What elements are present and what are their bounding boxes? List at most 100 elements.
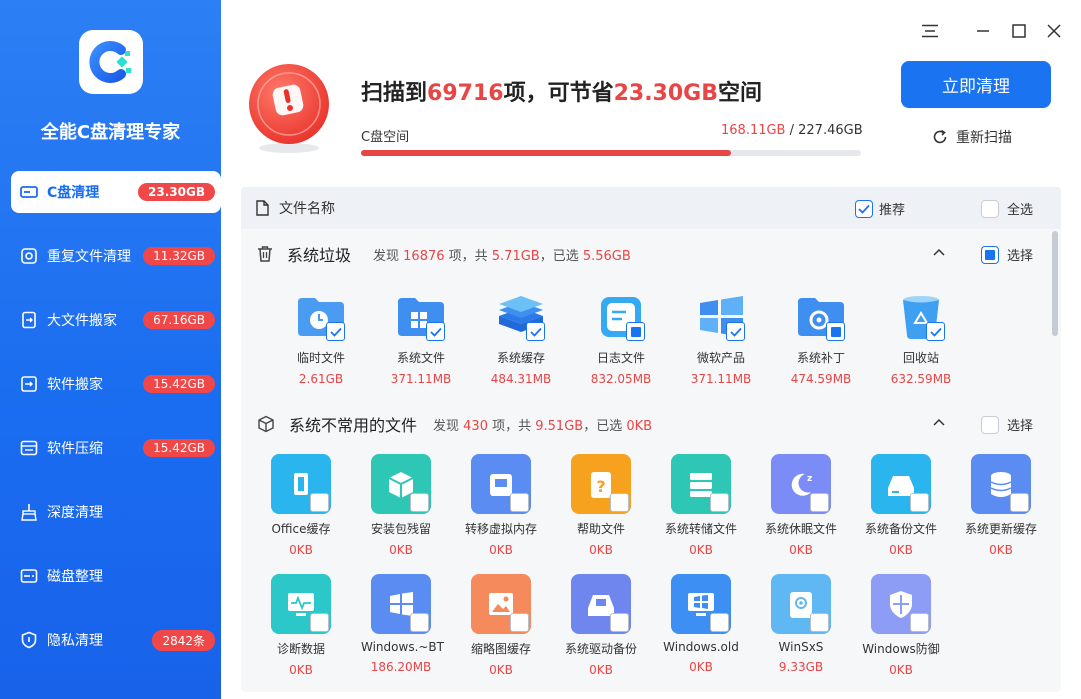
nav-item-c-drive-clean[interactable]: C盘清理 23.30GB — [11, 171, 221, 213]
item-label: WinSxS — [778, 640, 824, 654]
item-checkbox[interactable] — [510, 493, 529, 512]
item-checkbox[interactable] — [510, 613, 529, 632]
junk-item-recycle-bin[interactable]: 回收站 632.59MB — [881, 287, 961, 386]
item-checkbox[interactable] — [310, 493, 329, 512]
item-checkbox[interactable] — [810, 493, 829, 512]
item-label: 系统文件 — [396, 351, 445, 365]
collapse-icon[interactable] — [933, 418, 945, 426]
item-checkbox[interactable] — [426, 322, 445, 341]
rare-item-package[interactable]: 安装包残留 0KB — [361, 454, 441, 557]
scan-count: 69716 — [427, 81, 504, 106]
recommend-label: 推荐 — [879, 203, 906, 218]
rare-item-backup[interactable]: 系统备份文件 0KB — [861, 454, 941, 557]
item-checkbox[interactable] — [526, 322, 545, 341]
item-checkbox[interactable] — [626, 322, 645, 341]
space-progress-fill — [361, 150, 731, 156]
junk-item-system-files[interactable]: 系统文件 371.11MB — [381, 287, 461, 386]
junk-item-microsoft-products[interactable]: 微软产品 371.11MB — [681, 287, 761, 386]
item-size: 9.33GB — [778, 660, 824, 674]
recycle-bin-icon — [895, 291, 947, 343]
item-label: Windows防御 — [862, 642, 940, 656]
nav-item-large-file-move[interactable]: 大文件搬家 67.16GB — [11, 299, 221, 341]
junk-item-log-files[interactable]: 日志文件 832.05MB — [581, 287, 661, 386]
item-checkbox[interactable] — [726, 322, 745, 341]
warning-icon — [243, 60, 335, 158]
rare-item-defender[interactable]: Windows防御 0KB — [861, 574, 941, 677]
rare-item-database[interactable]: 系统更新缓存 0KB — [961, 454, 1041, 557]
nav-badge: 15.42GB — [143, 439, 215, 457]
info-text: ，已选 — [583, 418, 627, 434]
rare-item-windows-old[interactable]: Windows.old 0KB — [661, 574, 741, 674]
item-checkbox[interactable] — [926, 322, 945, 341]
item-checkbox[interactable] — [810, 613, 829, 632]
item-checkbox[interactable] — [826, 322, 845, 341]
section-select-toggle[interactable]: 选择 — [981, 415, 1033, 434]
rare-item-driver[interactable]: 系统驱动备份 0KB — [561, 574, 641, 677]
item-size: 0KB — [289, 663, 313, 677]
rare-item-help-file[interactable]: ? 帮助文件 0KB — [561, 454, 641, 557]
nav-item-privacy-clean[interactable]: 隐私清理 2842条 — [11, 619, 221, 661]
item-size: 832.05MB — [590, 372, 652, 386]
item-checkbox[interactable] — [910, 613, 929, 632]
junk-item-system-patches[interactable]: 系统补丁 474.59MB — [781, 287, 861, 386]
item-checkbox[interactable] — [410, 493, 429, 512]
minimize-icon[interactable] — [974, 22, 992, 40]
rare-item-memory[interactable]: 转移虚拟内存 0KB — [461, 454, 541, 557]
nav-label: 磁盘整理 — [47, 569, 103, 585]
rare-item-windows-bt[interactable]: Windows.~BT 186.20MB — [361, 574, 444, 674]
nav-item-deep-clean[interactable]: 深度清理 — [11, 491, 221, 533]
recommend-toggle[interactable]: 推荐 — [855, 199, 905, 218]
item-label: 日志文件 — [596, 351, 645, 365]
info-text: 项，共 — [444, 248, 492, 264]
item-label: 系统补丁 — [796, 351, 845, 365]
close-icon[interactable] — [1045, 22, 1063, 40]
item-checkbox[interactable] — [710, 613, 729, 632]
item-checkbox[interactable] — [326, 322, 345, 341]
nav-item-software-move[interactable]: 软件搬家 15.42GB — [11, 363, 221, 405]
rare-item-sleep[interactable]: z 系统休眠文件 0KB — [761, 454, 841, 557]
scrollbar[interactable] — [1052, 231, 1058, 336]
select-all-toggle[interactable]: 全选 — [981, 199, 1033, 218]
nav-item-disk-defrag[interactable]: 磁盘整理 — [11, 555, 221, 597]
item-checkbox[interactable] — [610, 613, 629, 632]
item-label: 缩略图缓存 — [470, 642, 531, 656]
item-checkbox[interactable] — [710, 493, 729, 512]
select-all-checkbox[interactable] — [981, 199, 999, 218]
section-select-checkbox[interactable] — [981, 245, 999, 264]
rare-item-office[interactable]: Office缓存 0KB — [261, 454, 341, 557]
section-select-checkbox[interactable] — [981, 415, 999, 434]
item-size: 0KB — [689, 543, 713, 557]
maximize-icon[interactable] — [1010, 22, 1028, 40]
item-size: 371.11MB — [690, 372, 752, 386]
rare-item-winsxs[interactable]: WinSxS 9.33GB — [761, 574, 841, 674]
item-label: Office缓存 — [271, 522, 331, 536]
recommend-checkbox[interactable] — [855, 199, 873, 218]
found-count: 16876 — [403, 248, 445, 264]
sidebar: 全能C盘清理专家 C盘清理 23.30GB 重复文件清理 11.32GB 大文件… — [0, 0, 221, 699]
nav-item-duplicate-clean[interactable]: 重复文件清理 11.32GB — [11, 235, 221, 277]
section-title: 系统不常用的文件 — [289, 416, 418, 435]
menu-icon[interactable] — [921, 22, 939, 40]
total-size: 5.71GB — [491, 248, 540, 264]
item-checkbox[interactable] — [910, 493, 929, 512]
app-move-icon — [19, 374, 39, 394]
section-select-toggle[interactable]: 选择 — [981, 245, 1033, 264]
item-checkbox[interactable] — [610, 493, 629, 512]
item-checkbox[interactable] — [410, 613, 429, 632]
clean-now-button[interactable]: 立即清理 — [901, 61, 1051, 108]
rescan-button[interactable]: 重新扫描 — [932, 127, 1012, 147]
junk-item-temp-files[interactable]: 临时文件 2.61GB — [281, 287, 361, 386]
rare-item-server[interactable]: 系统转储文件 0KB — [661, 454, 741, 557]
item-checkbox[interactable] — [310, 613, 329, 632]
rare-item-thumbnail[interactable]: 缩略图缓存 0KB — [461, 574, 541, 677]
item-label: Windows.old — [663, 640, 739, 654]
nav-badge: 23.30GB — [138, 183, 215, 201]
nav-item-software-compress[interactable]: 软件压缩 15.42GB — [11, 427, 221, 469]
rare-item-diagnostic[interactable]: 诊断数据 0KB — [261, 574, 341, 677]
table-header: 文件名称 推荐 全选 — [241, 187, 1061, 229]
package-icon — [371, 454, 431, 514]
winsxs-icon — [771, 574, 831, 634]
collapse-icon[interactable] — [933, 248, 945, 256]
junk-item-system-cache[interactable]: 系统缓存 484.31MB — [481, 287, 561, 386]
item-checkbox[interactable] — [1010, 493, 1029, 512]
